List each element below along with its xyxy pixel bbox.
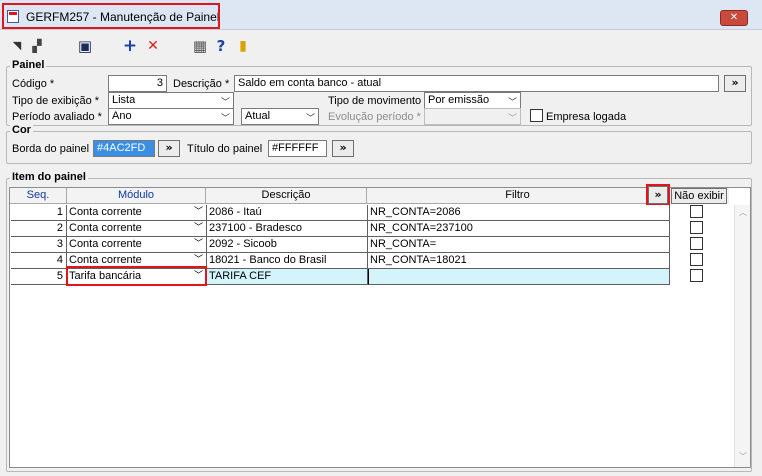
column-header-modulo[interactable]: Módulo (67, 188, 206, 204)
filtro-cell[interactable]: NR_CONTA= (368, 237, 670, 253)
descricao-label: Descrição * (173, 78, 230, 90)
borda-label: Borda do painel (12, 143, 90, 155)
modulo-value: Conta corrente (69, 254, 142, 266)
borda-color-button[interactable]: » (158, 140, 180, 157)
descricao-cell: 2092 - Sicoob (207, 237, 368, 253)
scroll-up-icon[interactable]: ︿ (735, 207, 751, 221)
descricao-cell: 18021 - Banco do Brasil (207, 253, 368, 269)
empresa-logada-label: Empresa logada (546, 111, 627, 123)
chevron-down-icon: ﹀ (305, 114, 315, 124)
add-icon[interactable]: + (121, 37, 139, 55)
descricao-cell: 2086 - Itaú (207, 205, 368, 221)
periodo-label: Período avaliado * (12, 111, 102, 123)
seq-cell: 1 (11, 205, 67, 221)
painel-group-label: Painel (10, 59, 47, 71)
chevron-down-icon: ﹀ (220, 114, 230, 124)
title-highlight-box (2, 3, 220, 29)
descricao-cell: TARIFA CEF (207, 269, 368, 285)
chevron-down-icon: ﹀ (193, 239, 203, 249)
titulo-color-button[interactable]: » (332, 140, 354, 157)
filtro-cell[interactable]: NR_CONTA=18021 (368, 253, 670, 269)
modulo-value: Conta corrente (69, 238, 142, 250)
chevron-down-icon: ﹀ (220, 98, 230, 108)
nao-exibir-checkbox[interactable] (690, 221, 703, 234)
periodo-select[interactable]: Ano ﹀ (108, 108, 234, 125)
chevron-down-icon: ﹀ (193, 223, 203, 233)
exit-door-icon[interactable]: ▮ (234, 37, 252, 55)
grid-vertical-scrollbar[interactable]: ︿ ﹀ (734, 205, 750, 467)
periodo2-value: Atual (245, 110, 271, 122)
close-window-button[interactable]: ✕ (720, 10, 748, 26)
nao-exibir-checkbox[interactable] (690, 237, 703, 250)
nao-exibir-header-button[interactable]: Não exibir (671, 188, 727, 204)
descricao-lookup-button[interactable]: » (724, 75, 746, 92)
periodo2-select[interactable]: Atual ﹀ (241, 108, 319, 125)
chevron-down-icon: ﹀ (193, 207, 203, 217)
evolucao-label: Evolução período * (328, 111, 421, 123)
borda-color-field[interactable]: #4AC2FD (93, 140, 155, 157)
modulo-cell[interactable]: Conta corrente ﹀ (67, 237, 207, 253)
filtro-cell-editing[interactable] (368, 269, 670, 285)
seq-cell: 4 (11, 253, 67, 269)
titulo-label: Título do painel (187, 143, 263, 155)
modulo-cell-highlight (66, 266, 207, 286)
chevron-down-icon: ﹀ (507, 114, 517, 124)
nao-exibir-checkbox[interactable] (690, 205, 703, 218)
descricao-field[interactable]: Saldo em conta banco - atual (234, 75, 719, 92)
nao-exibir-checkbox[interactable] (690, 253, 703, 266)
column-header-descricao[interactable]: Descrição (206, 188, 367, 204)
cor-group-label: Cor (10, 124, 33, 136)
delete-icon[interactable]: ✕ (144, 37, 162, 55)
modulo-cell[interactable]: Conta corrente ﹀ (67, 205, 207, 221)
filter-button-highlight (646, 184, 670, 206)
tipo-movimento-value: Por emissão (428, 94, 490, 106)
scroll-down-icon[interactable]: ﹀ (735, 451, 751, 465)
codigo-label: Código * (12, 78, 55, 90)
seq-cell: 5 (11, 269, 67, 285)
titulo-color-field[interactable]: #FFFFFF (268, 140, 327, 157)
modulo-value: Conta corrente (69, 206, 142, 218)
seq-cell: 3 (11, 237, 67, 253)
tipo-exibicao-select[interactable]: Lista ﹀ (108, 92, 234, 109)
nao-exibir-checkbox[interactable] (690, 269, 703, 282)
table-icon[interactable]: ▦ (191, 37, 209, 55)
tipo-exibicao-label: Tipo de exibição * (12, 95, 100, 107)
seq-cell: 2 (11, 221, 67, 237)
column-header-seq[interactable]: Seq. (10, 188, 67, 204)
item-painel-group-label: Item do painel (10, 171, 88, 183)
column-header-filtro[interactable]: Filtro (367, 188, 669, 204)
periodo-value: Ano (112, 110, 132, 122)
descricao-cell: 237100 - Bradesco (207, 221, 368, 237)
modulo-value: Conta corrente (69, 222, 142, 234)
first-record-icon[interactable]: ◥ (8, 37, 26, 55)
copy-record-icon[interactable]: ▞ (28, 37, 46, 55)
chevron-down-icon: ﹀ (507, 98, 517, 108)
evolucao-select: ﹀ (424, 108, 521, 125)
save-icon[interactable]: ▣ (76, 37, 94, 55)
empresa-logada-checkbox[interactable] (530, 109, 543, 122)
help-icon[interactable]: ? (212, 37, 230, 55)
codigo-field[interactable]: 3 (108, 75, 167, 92)
tipo-exibicao-value: Lista (112, 94, 136, 106)
tipo-movimento-select[interactable]: Por emissão ﹀ (424, 92, 521, 109)
modulo-cell[interactable]: Conta corrente ﹀ (67, 221, 207, 237)
tipo-movimento-label: Tipo de movimento (328, 95, 422, 107)
filtro-cell[interactable]: NR_CONTA=237100 (368, 221, 670, 237)
filtro-cell[interactable]: NR_CONTA=2086 (368, 205, 670, 221)
